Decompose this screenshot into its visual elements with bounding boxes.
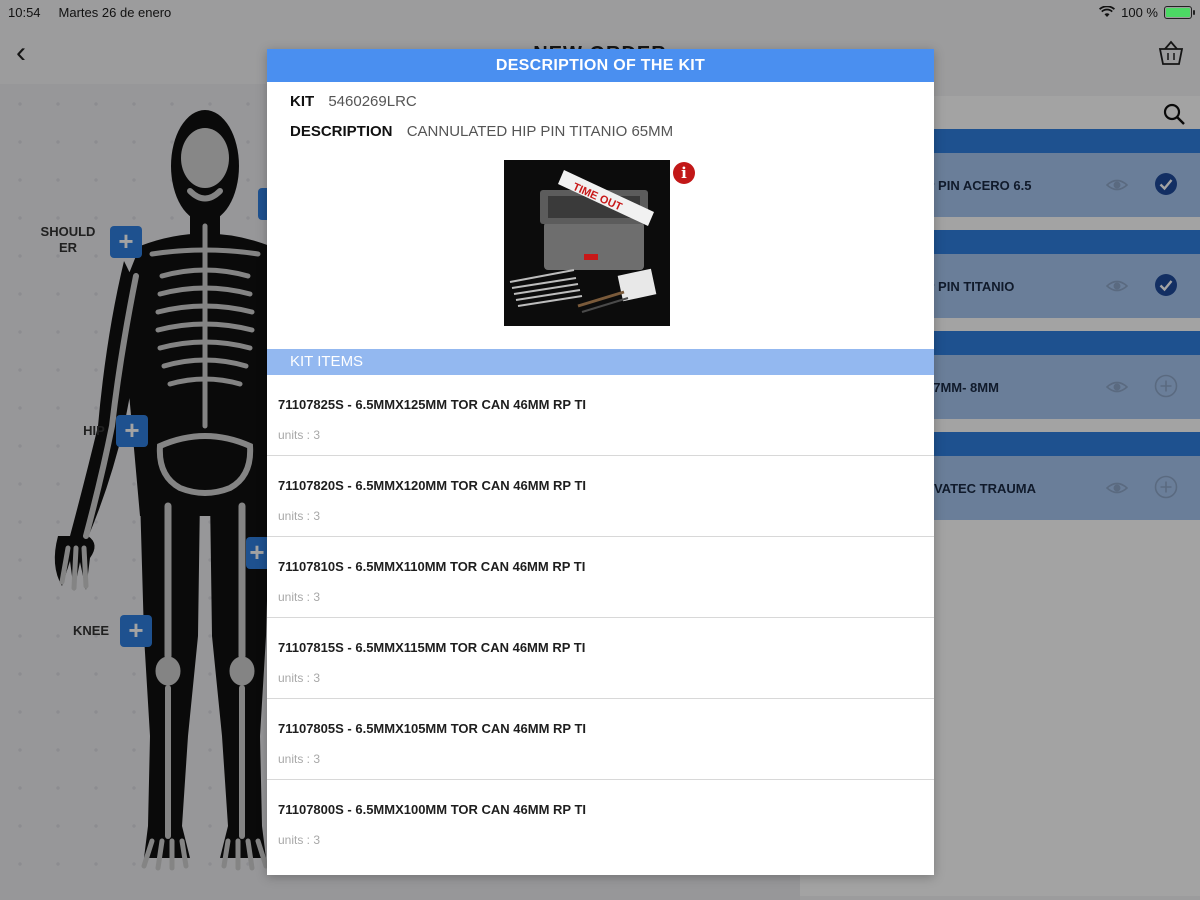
list-item: 71107805S - 6.5MMX105MM TOR CAN 46MM RP … xyxy=(267,699,934,780)
item-units: units : 3 xyxy=(278,590,321,604)
list-item: 71107810S - 6.5MMX110MM TOR CAN 46MM RP … xyxy=(267,537,934,618)
list-item: 71107815S - 6.5MMX115MM TOR CAN 46MM RP … xyxy=(267,618,934,699)
item-units: units : 3 xyxy=(278,671,321,685)
list-item: 71107820S - 6.5MMX120MM TOR CAN 46MM RP … xyxy=(267,456,934,537)
item-code: 71107810S - 6.5MMX110MM TOR CAN 46MM RP … xyxy=(278,559,586,574)
item-code: 71107825S - 6.5MMX125MM TOR CAN 46MM RP … xyxy=(278,397,587,412)
battery-percent: 100 % xyxy=(1121,4,1158,20)
item-units: units : 3 xyxy=(278,509,321,523)
status-right: 100 % xyxy=(1099,4,1195,20)
modal-title: DESCRIPTION OF THE KIT xyxy=(267,49,934,82)
kit-items-list: 71107825S - 6.5MMX125MM TOR CAN 46MM RP … xyxy=(267,375,934,861)
description-label: DESCRIPTION xyxy=(290,123,393,140)
description-row: DESCRIPTION CANNULATED HIP PIN TITANIO 6… xyxy=(290,123,673,140)
status-bar: 10:54 Martes 26 de enero 100 % xyxy=(0,0,1200,24)
status-date: Martes 26 de enero xyxy=(58,4,172,20)
kit-label: KIT xyxy=(290,93,315,110)
kit-value: 5460269LRC xyxy=(328,93,417,110)
item-units: units : 3 xyxy=(278,428,321,442)
status-time: 10:54 xyxy=(8,4,41,20)
wifi-icon xyxy=(1099,6,1116,17)
item-code: 71107820S - 6.5MMX120MM TOR CAN 46MM RP … xyxy=(278,478,587,493)
kit-row-info: KIT 5460269LRC xyxy=(290,93,417,110)
item-code: 71107800S - 6.5MMX100MM TOR CAN 46MM RP … xyxy=(278,802,587,817)
item-code: 71107815S - 6.5MMX115MM TOR CAN 46MM RP … xyxy=(278,640,586,655)
item-code: 71107805S - 6.5MMX105MM TOR CAN 46MM RP … xyxy=(278,721,587,736)
list-item: 71107825S - 6.5MMX125MM TOR CAN 46MM RP … xyxy=(267,375,934,456)
item-units: units : 3 xyxy=(278,752,321,766)
item-units: units : 3 xyxy=(278,833,321,847)
battery-icon xyxy=(1164,5,1195,19)
kit-image: TIME OUT xyxy=(504,160,670,326)
kit-case-illustration: TIME OUT xyxy=(504,160,670,326)
list-item: 71107800S - 6.5MMX100MM TOR CAN 46MM RP … xyxy=(267,780,934,861)
kit-description-modal: DESCRIPTION OF THE KIT KIT 5460269LRC DE… xyxy=(267,49,934,875)
description-value: CANNULATED HIP PIN TITANIO 65MM xyxy=(406,123,674,140)
kit-items-header: KIT ITEMS xyxy=(267,349,934,375)
info-icon[interactable]: i xyxy=(673,162,695,184)
